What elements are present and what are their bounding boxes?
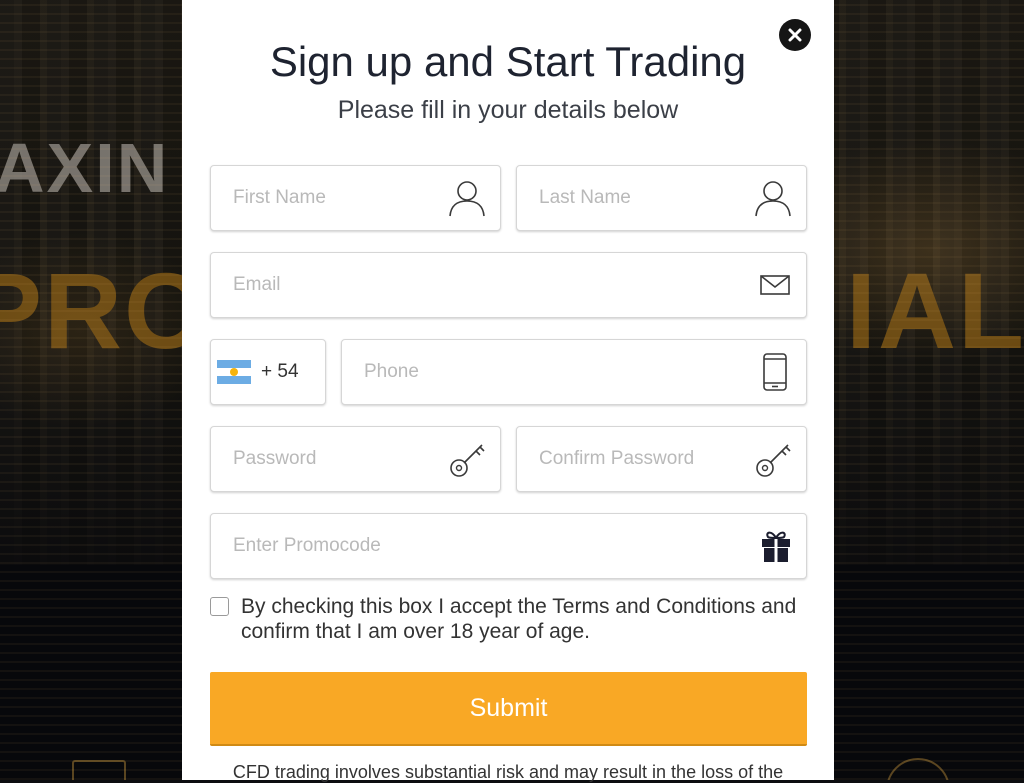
- email-input[interactable]: [211, 253, 806, 317]
- country-code-value: + 54: [261, 361, 299, 382]
- phone-field: [341, 339, 807, 405]
- background-heading-fragment: IAL: [846, 250, 1024, 371]
- mobile-phone-icon: [762, 353, 788, 391]
- last-name-field: [516, 165, 807, 231]
- user-icon: [752, 178, 794, 218]
- email-field: [210, 252, 807, 318]
- background-heading-fragment: PRO: [0, 250, 211, 371]
- country-code-display: + 54: [217, 340, 299, 404]
- phone-input[interactable]: [342, 340, 806, 404]
- argentina-flag-icon: [217, 360, 251, 384]
- password-field: [210, 426, 501, 492]
- user-icon: [446, 178, 488, 218]
- background-heading-fragment: AXIN: [0, 129, 170, 207]
- modal-subtitle: Please fill in your details below: [337, 96, 679, 124]
- first-name-field: [210, 165, 501, 231]
- submit-button[interactable]: Submit: [210, 672, 807, 746]
- envelope-icon: [760, 274, 790, 296]
- country-code-select[interactable]: + 54: [210, 339, 326, 405]
- background-feature-icon: [72, 760, 126, 780]
- terms-checkbox[interactable]: [210, 597, 229, 616]
- gift-icon: [760, 529, 792, 563]
- confirm-password-field: [516, 426, 807, 492]
- promocode-field: [210, 513, 807, 579]
- key-icon: [448, 439, 488, 479]
- modal-title: Sign up and Start Trading: [269, 38, 747, 85]
- promocode-input[interactable]: [211, 514, 806, 578]
- background-feature-icon: [886, 758, 950, 780]
- key-icon: [754, 439, 794, 479]
- terms-label: By checking this box I accept the Terms …: [241, 595, 797, 643]
- terms-consent: By checking this box I accept the Terms …: [210, 594, 810, 644]
